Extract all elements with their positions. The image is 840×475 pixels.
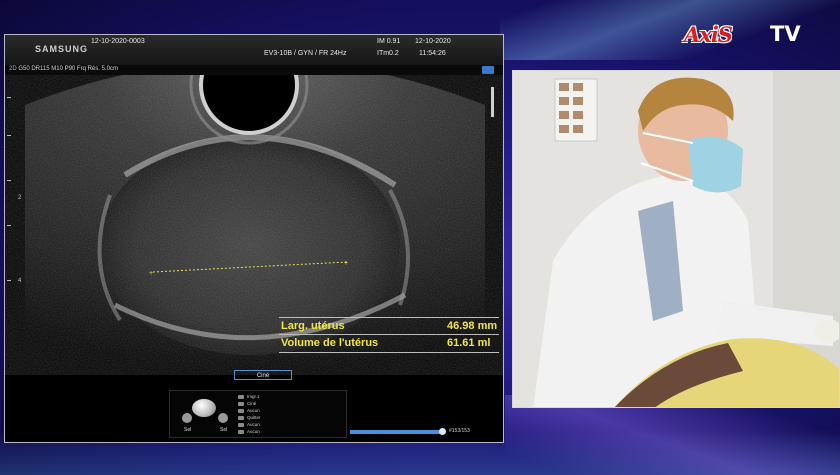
menu-item[interactable]: Ciné (238, 401, 256, 406)
exam-time: 11:54:26 (419, 50, 446, 57)
patient-id: 12-10-2020-0003 (91, 38, 145, 45)
depth-tick (7, 135, 11, 136)
progress-fill (350, 430, 444, 434)
trackball-panel: Sel Sel Imgr.1 Ciné Aucun Quitter Aucun … (169, 390, 347, 438)
measurement-value: 61.61 ml (447, 337, 491, 349)
thermal-index: ITm0.2 (377, 50, 399, 57)
svg-text:+: + (344, 260, 348, 267)
button-icon (238, 394, 244, 399)
measurement-label: Larg. utérus (281, 320, 345, 332)
measurement-label: Volume de l'utérus (281, 337, 379, 349)
depth-tick (7, 225, 11, 226)
measurement-value: 46.98 mm (447, 320, 498, 332)
menu-item[interactable]: Aucun (238, 422, 260, 427)
probe-info: EV3-10B / GYN / FR 24Hz (264, 50, 347, 57)
exam-date: 12-10-2020 (415, 38, 451, 45)
menu-item[interactable]: Aucun (238, 429, 260, 434)
frame-counter: #153/153 (449, 428, 470, 434)
cine-button[interactable]: Ciné (234, 370, 292, 380)
depth-tick (7, 97, 11, 98)
measurement-row: Larg. utérus 46.98 mm (279, 320, 499, 334)
select-right-button[interactable] (218, 413, 228, 423)
axis-tv-logo: AxiS TV (684, 22, 814, 48)
imaging-parameters: 2D G50 DR115 M10 P90 Frq Rés. 5.0cm (9, 66, 118, 72)
measurement-row: Volume de l'utérus 61.61 ml (279, 337, 499, 351)
slider-thumb[interactable] (439, 428, 447, 435)
svg-text:+: + (149, 270, 153, 277)
display-toggle-icon[interactable] (482, 66, 494, 74)
params-text: G50 DR115 M10 P90 Frq Rés. 5.0cm (18, 66, 118, 72)
surgical-mask (688, 136, 743, 193)
menu-item[interactable]: Aucun (238, 408, 260, 413)
depth-label: 4 (18, 278, 22, 284)
ultrasound-screen: SAMSUNG 12-10-2020-0003 EV3-10B / GYN / … (4, 34, 504, 443)
logo-axis-text: AxiS (684, 22, 733, 47)
gain-scale-bar (491, 87, 494, 117)
select-left-button[interactable] (182, 413, 192, 423)
button-icon (238, 408, 244, 413)
trackball-icon[interactable] (192, 399, 216, 417)
depth-label: 2 (18, 195, 22, 201)
depth-tick (7, 180, 11, 181)
mechanical-index: IM 0.91 (377, 38, 401, 45)
depth-tick (7, 280, 11, 281)
manufacturer-label: SAMSUNG (35, 44, 89, 54)
button-icon (238, 401, 244, 406)
logo-tv-text: TV (770, 22, 801, 46)
button-icon (238, 429, 244, 434)
camera-video-feed (512, 70, 840, 408)
select-left-label: Sel (184, 427, 192, 433)
menu-item[interactable]: Imgr.1 (238, 394, 260, 399)
button-icon (238, 415, 244, 420)
cine-progress-slider[interactable] (350, 428, 447, 435)
menu-item[interactable]: Quitter (238, 415, 261, 420)
select-right-label: Sel (220, 427, 228, 433)
button-icon (238, 422, 244, 427)
video-frame-image (513, 71, 839, 407)
measurement-results: Larg. utérus 46.98 mm Volume de l'utérus… (279, 317, 499, 355)
mode-label: 2D (9, 66, 17, 72)
